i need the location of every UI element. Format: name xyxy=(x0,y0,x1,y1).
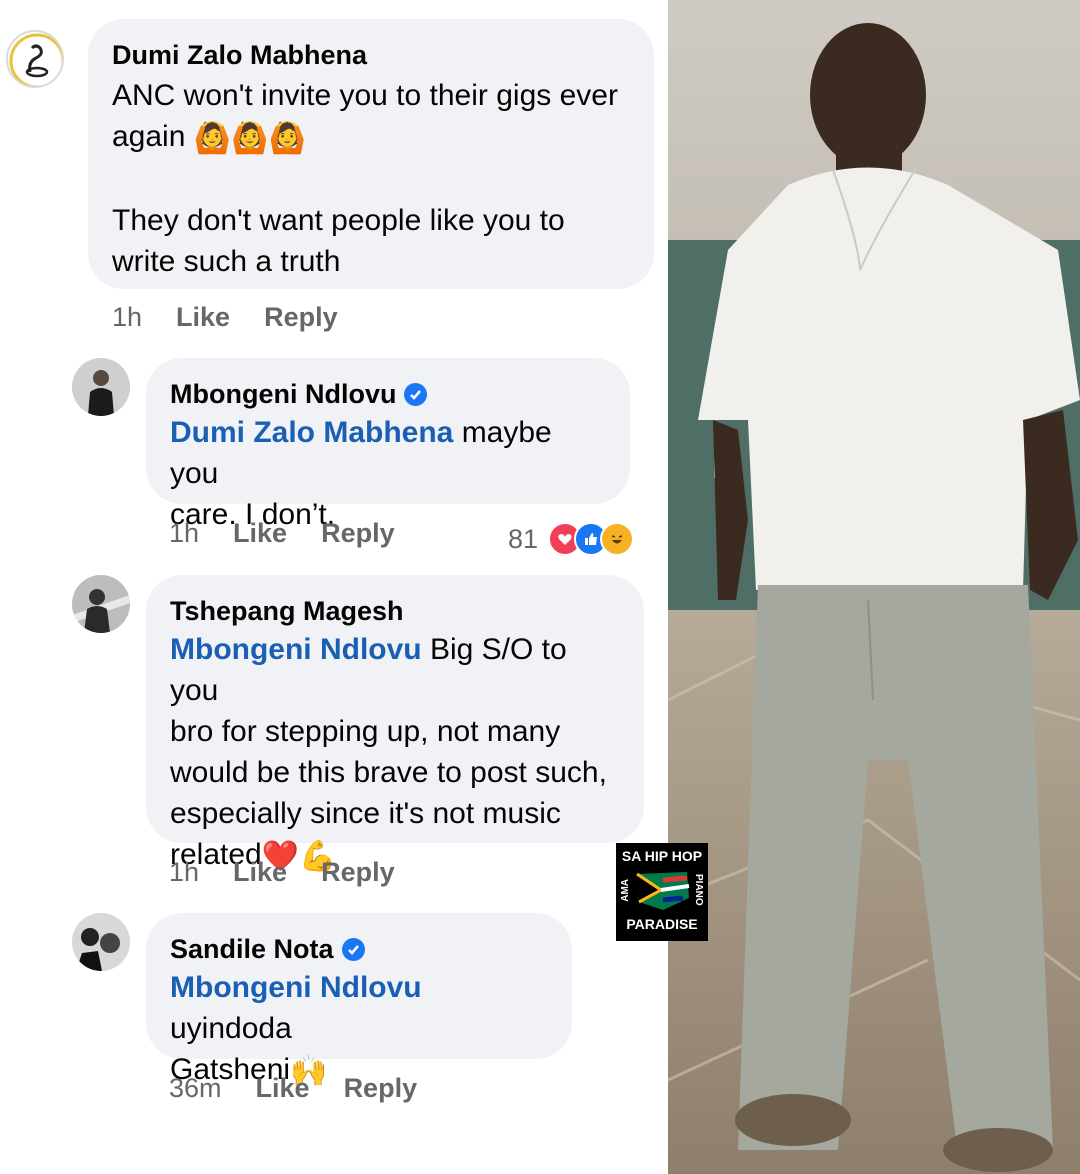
south-africa-flag-map-icon xyxy=(636,872,690,910)
reply-button[interactable]: Reply xyxy=(264,302,338,333)
watermark-left-text: AMA xyxy=(620,878,631,902)
mention-link[interactable]: Dumi Zalo Mabhena xyxy=(170,416,453,449)
comment-author[interactable]: Tshepang Magesh xyxy=(170,593,620,629)
comment-text: Mbongeni Ndlovu Big S/O to you bro for s… xyxy=(170,629,620,877)
comment-time: 1h xyxy=(112,302,143,332)
comment-author[interactable]: Mbongeni Ndlovu xyxy=(170,376,606,412)
comment-author[interactable]: Dumi Zalo Mabhena xyxy=(112,37,630,73)
profile-photo-icon xyxy=(72,913,130,971)
watermark-right-text: PIANO xyxy=(693,874,704,906)
avatar-sandile[interactable] xyxy=(72,913,130,971)
verified-badge-icon xyxy=(341,937,365,961)
watermark-bottom-text: PARADISE xyxy=(626,916,698,932)
comment-time: 1h xyxy=(169,518,200,548)
reply-button[interactable]: Reply xyxy=(344,1073,418,1104)
reply-button[interactable]: Reply xyxy=(321,518,395,549)
like-button[interactable]: Like xyxy=(233,857,287,888)
comment-actions: 1h Like Reply xyxy=(112,302,338,333)
comment-actions: 1h Like Reply xyxy=(169,857,395,888)
photo-panel xyxy=(668,0,1080,1174)
comment-bubble: Tshepang Magesh Mbongeni Ndlovu Big S/O … xyxy=(146,575,644,873)
verified-badge-icon xyxy=(404,382,428,406)
comment-time: 36m xyxy=(169,1073,222,1103)
watermark-top-text: SA HIP HOP xyxy=(621,848,703,864)
profile-photo-icon xyxy=(72,575,130,633)
mention-link[interactable]: Mbongeni Ndlovu xyxy=(170,971,422,1004)
comment-time: 1h xyxy=(169,857,200,887)
avatar-mbongeni[interactable] xyxy=(72,358,130,416)
comments-panel: Dumi Zalo Mabhena ANC won't invite you t… xyxy=(0,0,668,1174)
comment-text: ANC won't invite you to their gigs ever … xyxy=(112,79,618,278)
man-standing-photo xyxy=(668,0,1080,1174)
comment-text: Dumi Zalo Mabhena maybe you care. I don’… xyxy=(170,416,552,531)
comment-bubble: Sandile Nota Mbongeni Ndlovu uyindoda Ga… xyxy=(146,913,572,1088)
avatar-tshepang[interactable] xyxy=(72,575,130,633)
like-button[interactable]: Like xyxy=(176,302,230,333)
like-button[interactable]: Like xyxy=(256,1073,310,1104)
mention-link[interactable]: Mbongeni Ndlovu xyxy=(170,633,422,666)
siu-logo-icon xyxy=(9,33,62,86)
person-gesturing-ok-emoji: 🙆🙆🙆 xyxy=(193,121,306,155)
profile-photo-icon xyxy=(72,358,130,416)
sa-hip-hop-watermark: SA HIP HOP AMA PIANO PARADISE xyxy=(616,843,708,941)
reaction-count: 81 xyxy=(508,523,539,554)
reaction-summary[interactable]: 81 xyxy=(508,522,635,556)
haha-reaction-icon xyxy=(600,522,635,556)
like-button[interactable]: Like xyxy=(233,518,287,549)
reply-button[interactable]: Reply xyxy=(321,857,395,888)
comment-bubble: Dumi Zalo Mabhena ANC won't invite you t… xyxy=(88,19,654,289)
comment-author[interactable]: Sandile Nota xyxy=(170,931,548,967)
avatar-siu-logo[interactable] xyxy=(6,30,64,88)
comment-actions: 1h Like Reply xyxy=(169,518,395,549)
comment-bubble: Mbongeni Ndlovu Dumi Zalo Mabhena maybe … xyxy=(146,358,630,531)
comment-actions: 36m Like Reply xyxy=(169,1073,417,1104)
